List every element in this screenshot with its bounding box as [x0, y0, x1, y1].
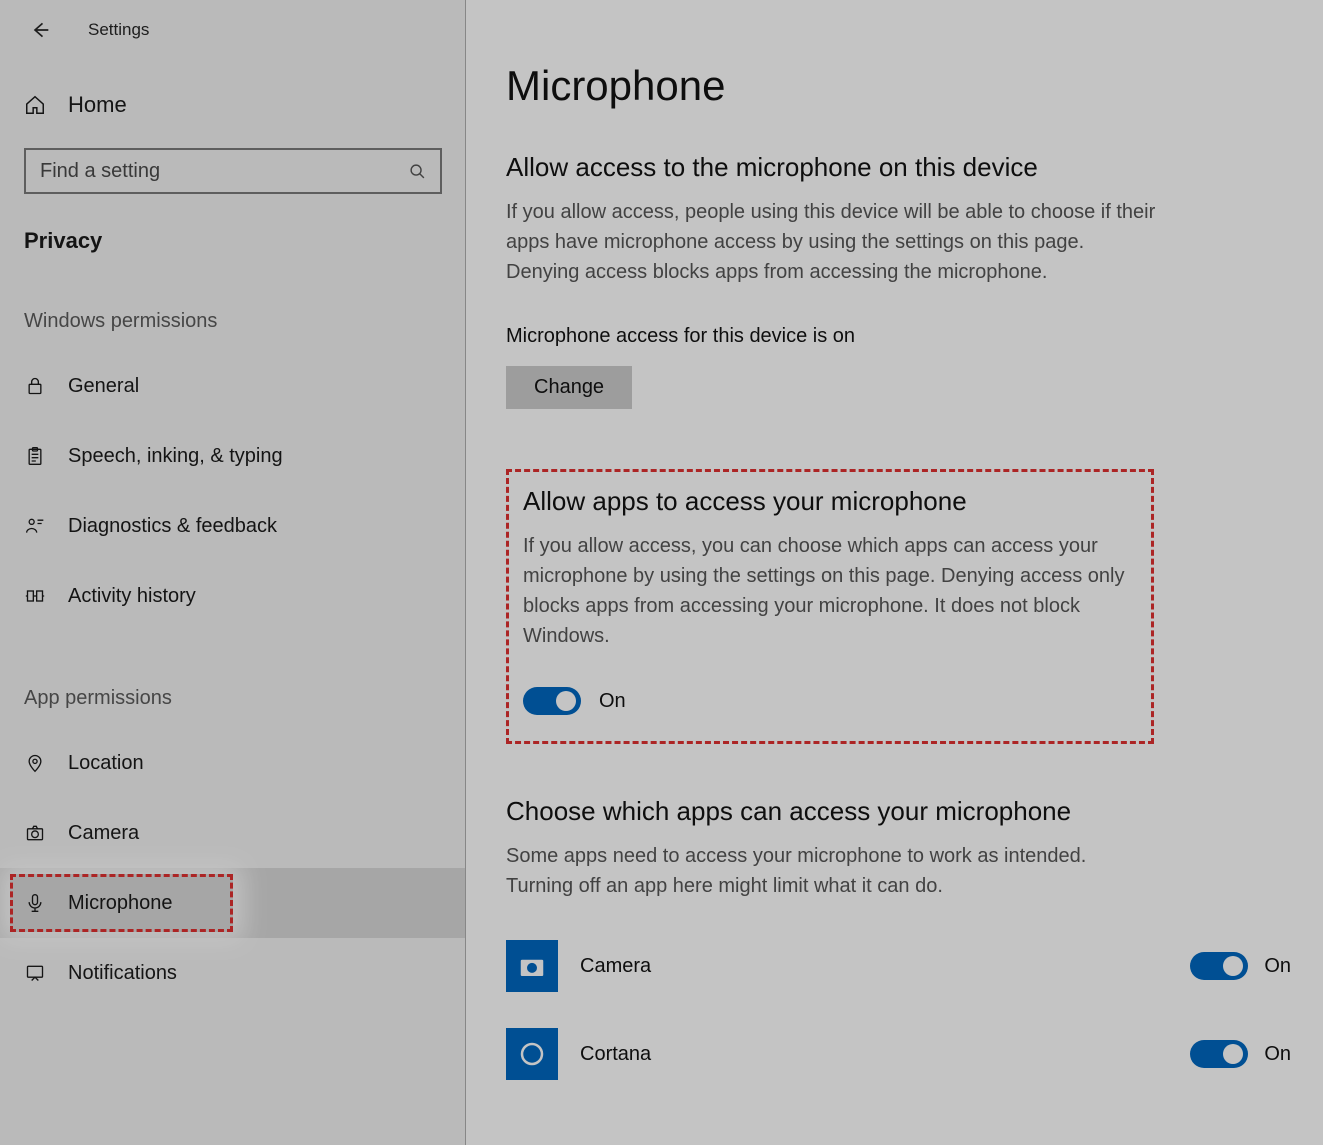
clipboard-icon	[24, 446, 46, 466]
allow-apps-toggle[interactable]	[523, 687, 581, 715]
app-row-camera: Camera On	[506, 931, 1291, 1001]
timeline-icon	[24, 586, 46, 606]
section-heading-choose-apps: Choose which apps can access your microp…	[506, 796, 1291, 827]
section-heading-allow-apps: Allow apps to access your microphone	[523, 486, 1133, 517]
sidebar-item-label: Speech, inking, & typing	[68, 445, 283, 468]
app-name: Camera	[580, 955, 1168, 978]
section-desc-choose-apps: Some apps need to access your microphone…	[506, 841, 1156, 901]
sidebar-item-camera[interactable]: Camera	[0, 798, 465, 868]
change-button[interactable]: Change	[506, 366, 632, 409]
search-icon	[409, 163, 426, 180]
lock-icon	[24, 376, 46, 396]
sidebar-item-location[interactable]: Location	[0, 728, 465, 798]
page-title: Microphone	[506, 62, 1291, 110]
sidebar: Settings Home Privacy Windows permission…	[0, 0, 466, 1145]
category-title: Privacy	[0, 228, 465, 254]
sidebar-item-label: Location	[68, 752, 144, 775]
section-desc-allow-apps: If you allow access, you can choose whic…	[523, 531, 1133, 651]
sidebar-item-label: Diagnostics & feedback	[68, 515, 277, 538]
app-title: Settings	[88, 20, 149, 40]
nav-group-windows-permissions: Windows permissions	[0, 310, 465, 333]
sidebar-item-label: Notifications	[68, 962, 177, 985]
sidebar-item-activity[interactable]: Activity history	[0, 561, 465, 631]
sidebar-item-diagnostics[interactable]: Diagnostics & feedback	[0, 491, 465, 561]
sidebar-item-speech[interactable]: Speech, inking, & typing	[0, 421, 465, 491]
notification-icon	[24, 963, 46, 983]
nav-group-app-permissions: App permissions	[0, 687, 465, 710]
camera-icon	[24, 823, 46, 843]
location-icon	[24, 753, 46, 773]
section-heading-device-access: Allow access to the microphone on this d…	[506, 152, 1291, 183]
home-icon	[24, 94, 46, 116]
device-access-status: Microphone access for this device is on	[506, 325, 1291, 348]
sidebar-item-label: Microphone	[68, 892, 173, 915]
app-name: Cortana	[580, 1043, 1168, 1066]
section-desc-device-access: If you allow access, people using this d…	[506, 197, 1156, 287]
cortana-app-tile-icon	[506, 1028, 558, 1080]
main-content: Microphone Allow access to the microphon…	[466, 0, 1323, 1145]
sidebar-item-microphone[interactable]: Microphone	[0, 868, 465, 938]
search-input-container[interactable]	[24, 148, 442, 194]
sidebar-item-label: Camera	[68, 822, 139, 845]
sidebar-item-notifications[interactable]: Notifications	[0, 938, 465, 1008]
app-toggle-label: On	[1264, 1043, 1291, 1066]
back-button[interactable]	[22, 16, 58, 44]
highlight-allow-apps: Allow apps to access your microphone If …	[506, 469, 1154, 744]
feedback-icon	[24, 516, 46, 536]
allow-apps-toggle-label: On	[599, 690, 626, 713]
sidebar-item-label: General	[68, 375, 139, 398]
microphone-icon	[24, 893, 46, 913]
app-toggle-cortana[interactable]	[1190, 1040, 1248, 1068]
sidebar-item-general[interactable]: General	[0, 351, 465, 421]
home-label: Home	[68, 92, 127, 118]
search-input[interactable]	[40, 160, 409, 183]
app-toggle-label: On	[1264, 955, 1291, 978]
camera-app-tile-icon	[506, 940, 558, 992]
home-nav[interactable]: Home	[0, 92, 465, 118]
app-row-cortana: Cortana On	[506, 1019, 1291, 1089]
sidebar-item-label: Activity history	[68, 585, 196, 608]
app-toggle-camera[interactable]	[1190, 952, 1248, 980]
